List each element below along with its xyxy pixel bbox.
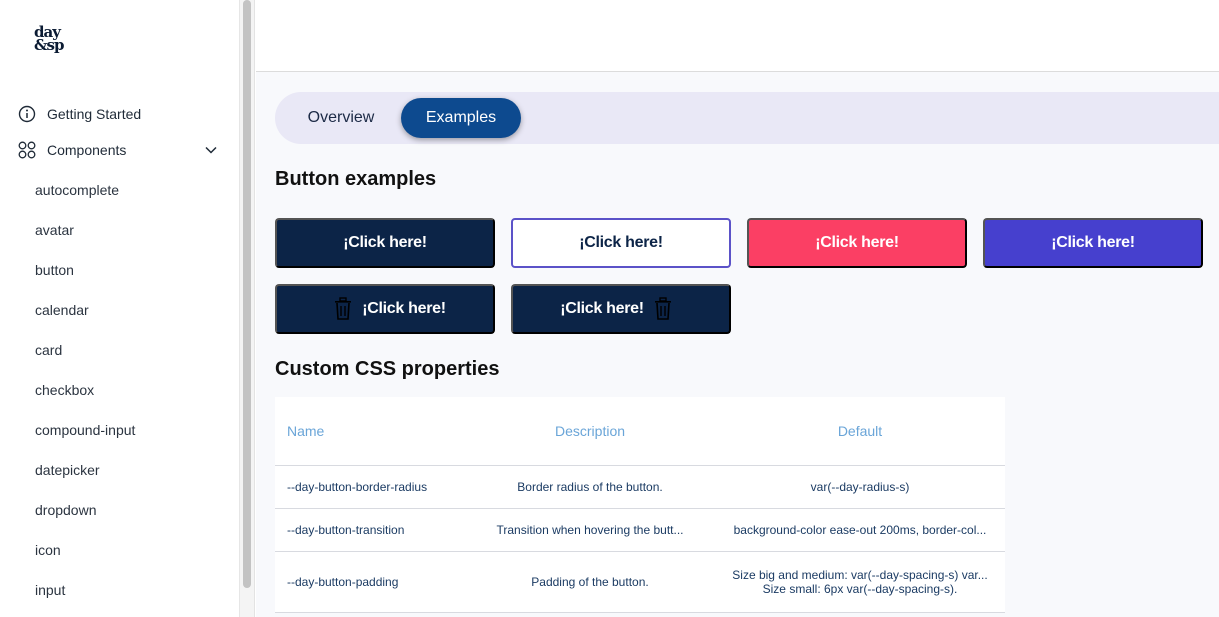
- sidebar-item-checkbox[interactable]: checkbox: [35, 380, 135, 420]
- sidebar-item-avatar[interactable]: avatar: [35, 220, 135, 260]
- button-label: ¡Click here!: [560, 300, 644, 317]
- button-label: ¡Click here!: [815, 234, 899, 251]
- brand-logo[interactable]: day &sp: [34, 25, 74, 58]
- trash-icon: [332, 297, 354, 321]
- property-default: Size big and medium: var(--day-spacing-s…: [715, 568, 1005, 596]
- section-title-custom-css: Custom CSS properties: [275, 358, 500, 380]
- property-name: --day-button-transition: [287, 523, 405, 537]
- example-button-secondary[interactable]: ¡Click here!: [511, 218, 731, 268]
- sidebar-item-calendar[interactable]: calendar: [35, 300, 135, 340]
- column-header-name[interactable]: Name: [275, 423, 465, 439]
- tab-overview[interactable]: Overview: [291, 98, 391, 138]
- button-label: ¡Click here!: [343, 234, 427, 251]
- section-title-button-examples: Button examples: [275, 168, 437, 190]
- table-row: --day-button-transition Transition when …: [275, 509, 1005, 552]
- default-line: Size big and medium: var(--day-spacing-s…: [732, 568, 988, 582]
- default-line: background-color ease-out 200ms, border-…: [733, 523, 987, 537]
- sidebar-item-compound-input[interactable]: compound-input: [35, 420, 135, 460]
- table-row: --day-button-border-radius Border radius…: [275, 466, 1005, 509]
- example-button-icon-left[interactable]: ¡Click here!: [275, 284, 495, 334]
- sidebar-item-input[interactable]: input: [35, 580, 135, 617]
- example-button-danger[interactable]: ¡Click here!: [747, 218, 967, 268]
- chevron-down-icon[interactable]: [204, 143, 218, 157]
- tab-examples[interactable]: Examples: [401, 98, 521, 138]
- property-description: Transition when hovering the butt...: [496, 523, 684, 537]
- table-header: Name Description Default: [275, 397, 1005, 466]
- sidebar-nav: Getting Started Components: [18, 104, 218, 176]
- sidebar: day &sp Getting Started Components autoc…: [0, 0, 240, 617]
- sidebar-item-components[interactable]: Components: [18, 140, 218, 160]
- button-label: ¡Click here!: [579, 234, 663, 251]
- sidebar-item-label: Components: [47, 142, 127, 158]
- sidebar-scrollbar[interactable]: [240, 0, 255, 617]
- property-description: Padding of the button.: [531, 575, 649, 589]
- logo-line-2: &sp: [34, 36, 64, 54]
- column-header-default[interactable]: Default: [715, 423, 1005, 439]
- default-line: Size small: 6px var(--day-spacing-s).: [762, 582, 958, 596]
- trash-icon: [652, 297, 674, 321]
- info-icon: [18, 105, 36, 123]
- button-label: ¡Click here!: [362, 300, 446, 317]
- top-bar: [256, 0, 1219, 72]
- default-line: var(--day-radius-s): [810, 480, 910, 494]
- sidebar-item-datepicker[interactable]: datepicker: [35, 460, 135, 500]
- tab-bar: Overview Examples: [275, 92, 1219, 144]
- example-button-primary[interactable]: ¡Click here!: [275, 218, 495, 268]
- sidebar-item-dropdown[interactable]: dropdown: [35, 500, 135, 540]
- property-description: Border radius of the button.: [517, 480, 663, 494]
- css-properties-table: Name Description Default --day-button-bo…: [275, 397, 1005, 613]
- example-button-accent[interactable]: ¡Click here!: [983, 218, 1203, 268]
- main-content: Overview Examples Button examples ¡Click…: [256, 72, 1219, 617]
- property-default: background-color ease-out 200ms, border-…: [715, 523, 1005, 537]
- example-button-icon-right[interactable]: ¡Click here!: [511, 284, 731, 334]
- sidebar-item-autocomplete[interactable]: autocomplete: [35, 180, 135, 220]
- button-label: ¡Click here!: [1051, 234, 1135, 251]
- sidebar-item-button[interactable]: button: [35, 260, 135, 300]
- column-header-description[interactable]: Description: [465, 423, 715, 439]
- grid-icon: [18, 141, 36, 159]
- property-name: --day-button-border-radius: [287, 480, 428, 494]
- components-list: autocomplete avatar button calendar card…: [35, 180, 135, 617]
- table-row: --day-button-padding Padding of the butt…: [275, 552, 1005, 613]
- sidebar-item-getting-started[interactable]: Getting Started: [18, 104, 218, 124]
- sidebar-item-icon[interactable]: icon: [35, 540, 135, 580]
- scrollbar-thumb[interactable]: [243, 0, 251, 588]
- property-default: var(--day-radius-s): [715, 480, 1005, 494]
- app-root: day &sp Getting Started Components autoc…: [0, 0, 1219, 617]
- sidebar-item-label: Getting Started: [47, 106, 142, 122]
- sidebar-item-card[interactable]: card: [35, 340, 135, 380]
- property-name: --day-button-padding: [287, 575, 399, 589]
